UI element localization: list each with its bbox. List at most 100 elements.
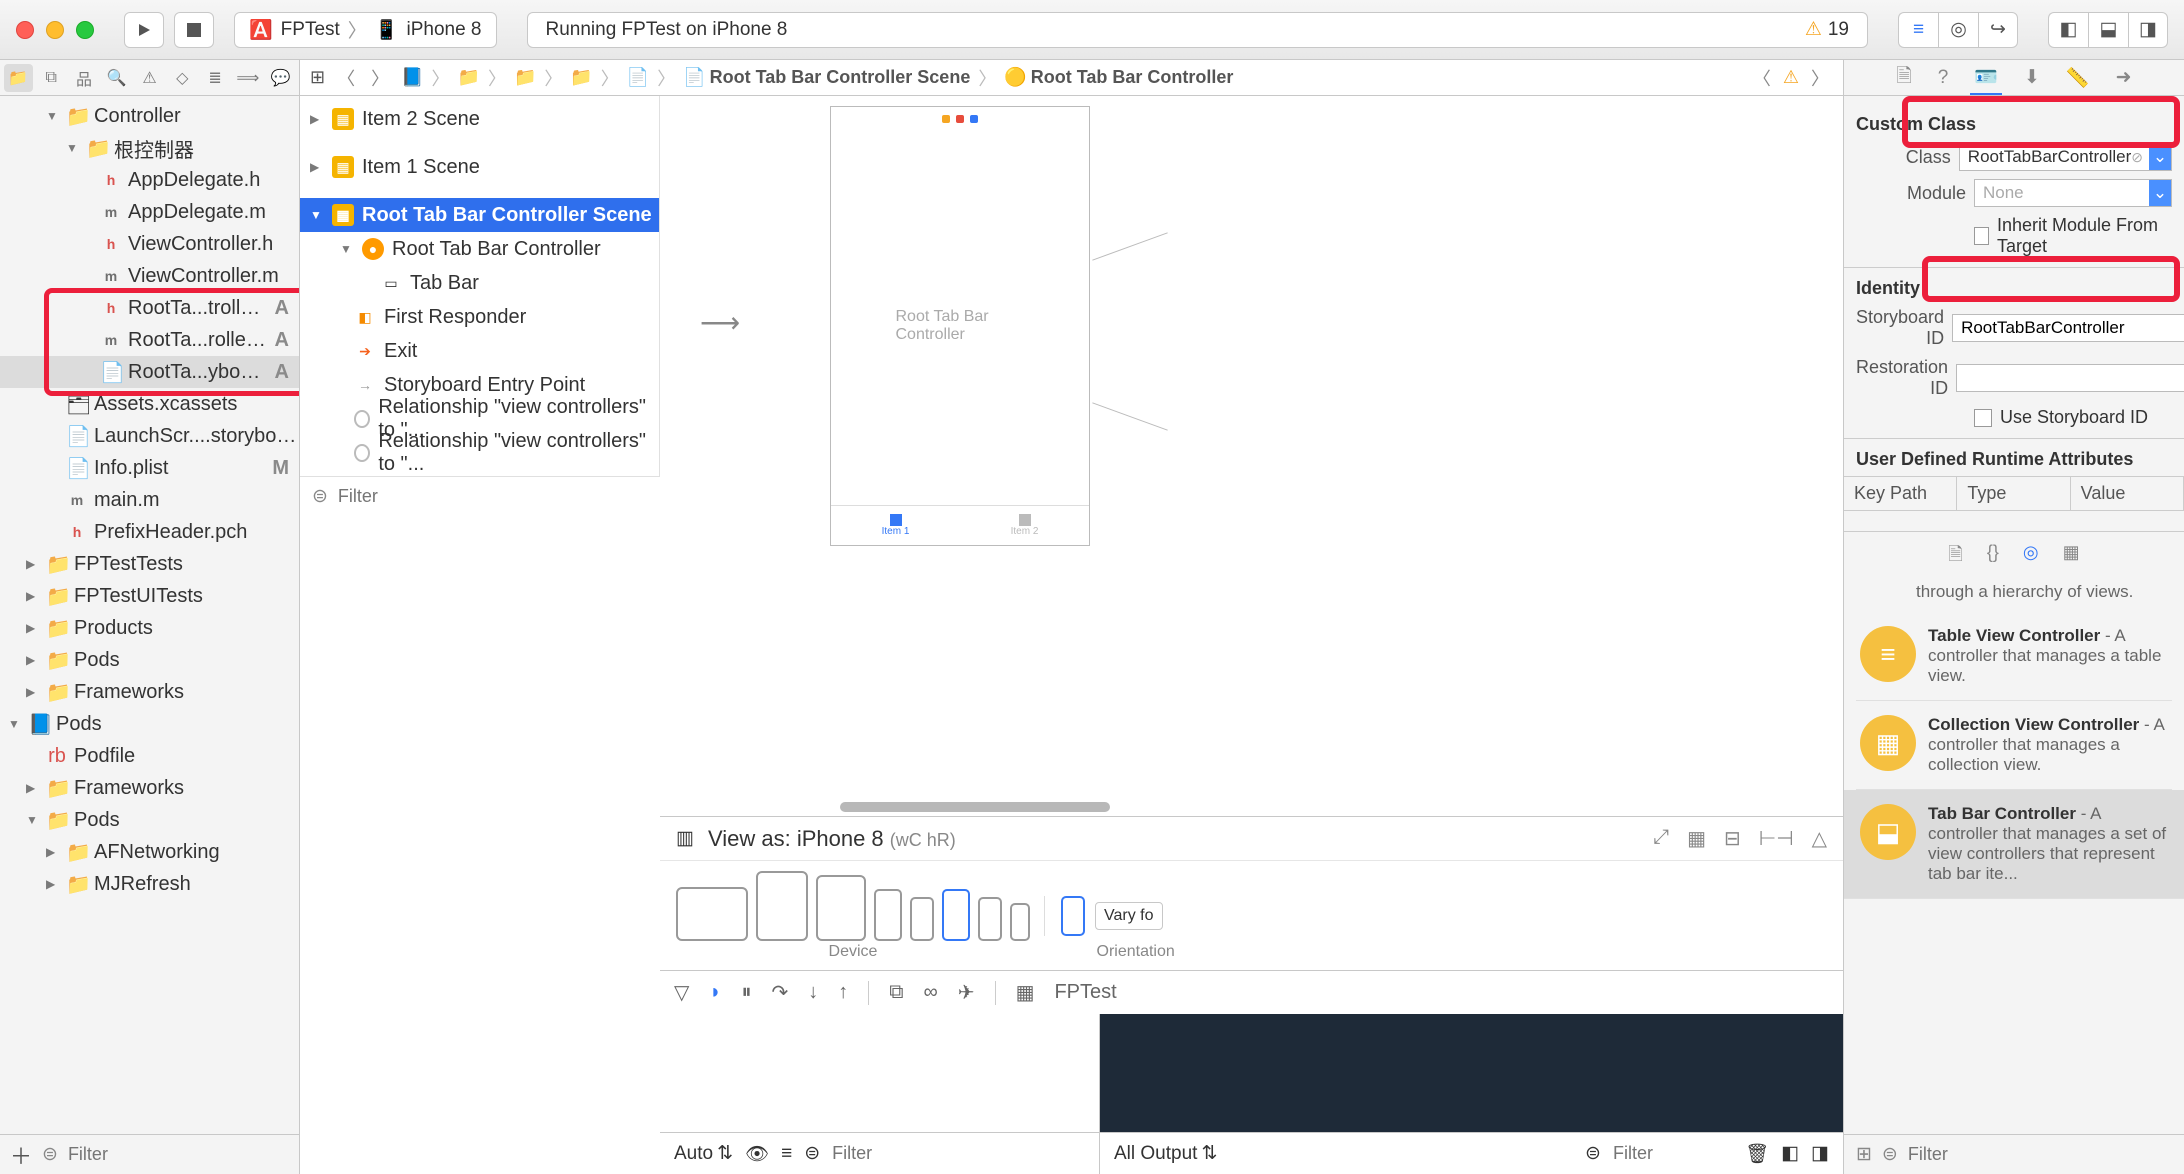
scheme-selector[interactable]: 🅰️ FPTest 〉 📱 iPhone 8 [234, 12, 497, 48]
toggle-inspector[interactable]: ◨ [2128, 12, 2168, 48]
embed-icon[interactable]: ▦ [1687, 826, 1706, 851]
tree-file-selected[interactable]: 📄RootTa...yboardA [0, 356, 299, 388]
location-icon[interactable]: ✈ [958, 980, 975, 1005]
use-sb-id-checkbox[interactable]: Use Storyboard ID [1974, 407, 2172, 428]
console-filter-input[interactable] [1613, 1143, 1733, 1164]
library-item[interactable]: ▦ Collection View Controller - A control… [1856, 701, 2172, 790]
breadcrumb[interactable]: 📘〉 📁〉 📁〉 📁〉 📄〉 📄 Root Tab Bar Controller… [401, 65, 1233, 91]
test-tab[interactable]: ◇ [168, 64, 197, 92]
outline-first-responder[interactable]: ◧First Responder [300, 300, 659, 334]
warning-badge[interactable]: ⚠ 19 [1805, 18, 1849, 41]
tree-file[interactable]: mAppDelegate.m [0, 196, 299, 228]
object-library-tab[interactable]: ◎ [2023, 542, 2039, 572]
auto-select[interactable]: Auto ⇅ [674, 1142, 733, 1165]
trash-icon[interactable]: 🗑 [1745, 1142, 1769, 1166]
library-item-selected[interactable]: ⬓ Tab Bar Controller - A controller that… [1844, 790, 2184, 899]
tree-file[interactable]: hAppDelegate.h [0, 164, 299, 196]
zoom-fit-icon[interactable]: ⤢ [1653, 826, 1669, 851]
run-button[interactable] [124, 12, 164, 48]
source-control-tab[interactable]: ⧉ [37, 64, 66, 92]
outline-exit[interactable]: ➔Exit [300, 334, 659, 368]
outline-scene[interactable]: ▶▦Item 1 Scene [300, 150, 659, 184]
outline-filter-input[interactable] [338, 486, 648, 507]
col-type[interactable]: Type [1957, 477, 2070, 510]
breakpoints-toggle[interactable]: ◗ [709, 981, 721, 1004]
filter-input[interactable] [68, 1144, 300, 1165]
tree-group[interactable]: ▶📁Frameworks [0, 772, 299, 804]
device-ipad-large-p[interactable] [756, 871, 808, 941]
prev-issue[interactable]: 〈 [1749, 65, 1775, 91]
split-right-icon[interactable]: ◨ [1811, 1142, 1829, 1165]
toggle-navigator[interactable]: ◧ [2048, 12, 2088, 48]
outline-toggle-icon[interactable]: ▥ [676, 827, 694, 850]
attributes-inspector-tab[interactable]: ⬇ [2020, 62, 2044, 93]
find-tab[interactable]: 🔍 [102, 64, 131, 92]
print-icon[interactable]: ≡ [781, 1143, 792, 1165]
device-iphone-se[interactable] [978, 897, 1002, 941]
stop-button[interactable] [174, 12, 214, 48]
debug-target[interactable]: FPTest [1054, 981, 1116, 1004]
library-filter-input[interactable] [1908, 1144, 2172, 1165]
size-inspector-tab[interactable]: 📏 [2062, 62, 2094, 94]
tree-group[interactable]: ▶📁Products [0, 612, 299, 644]
tree-project-pods[interactable]: ▼📘Pods [0, 708, 299, 740]
project-tree[interactable]: ▼📁Controller ▼📁根控制器 hAppDelegate.h mAppD… [0, 96, 299, 1134]
tree-file[interactable]: hRootTa...troller.hA [0, 292, 299, 324]
identity-inspector-tab[interactable]: 🪪 [1970, 61, 2002, 95]
tree-file[interactable]: 🗂Assets.xcassets [0, 388, 299, 420]
align-icon[interactable]: ⊟ [1724, 826, 1741, 851]
next-issue[interactable]: 〉 [1807, 65, 1833, 91]
tree-file[interactable]: 📄Info.plistM [0, 452, 299, 484]
tree-group[interactable]: ▶📁FPTestUITests [0, 580, 299, 612]
outline-scene-selected[interactable]: ▼▦Root Tab Bar Controller Scene [300, 198, 659, 232]
symbol-tab[interactable]: 品 [70, 64, 99, 92]
tree-group-root[interactable]: ▼📁根控制器 [0, 132, 299, 164]
memory-graph-icon[interactable]: ∞ [924, 981, 938, 1004]
orientation-portrait[interactable] [1061, 896, 1085, 936]
inherit-checkbox[interactable]: Inherit Module From Target [1974, 215, 2172, 257]
canvas-controller[interactable]: Root Tab Bar Controller Item 1 Item 2 [830, 106, 1090, 546]
tree-group[interactable]: ▼📁Pods [0, 804, 299, 836]
tree-group[interactable]: ▶📁MJRefresh [0, 868, 299, 900]
split-left-icon[interactable]: ◧ [1781, 1142, 1799, 1165]
step-out-icon[interactable]: ↑ [838, 981, 848, 1004]
jump-bar[interactable]: ⊞ 〈 〉 📘〉 📁〉 📁〉 📁〉 📄〉 📄 Root Tab Bar Cont… [300, 60, 1843, 96]
tree-file[interactable]: 📄LaunchScr....storyboard [0, 420, 299, 452]
standard-editor[interactable]: ≡ [1898, 12, 1938, 48]
console-output[interactable] [1100, 1014, 1843, 1132]
module-select[interactable]: None ⌄ [1974, 179, 2172, 207]
ib-canvas[interactable]: ⟶ Root Tab Bar Controller Item 1 Item 2 [660, 96, 1843, 816]
console-output-select[interactable]: All Output ⇅ [1114, 1142, 1217, 1165]
project-navigator-tab[interactable]: 📁 [4, 64, 33, 92]
tree-file[interactable]: mRootTa...roller.mA [0, 324, 299, 356]
col-value[interactable]: Value [2071, 477, 2184, 510]
quicklook-icon[interactable]: 👁 [745, 1142, 769, 1166]
tree-file[interactable]: mmain.m [0, 484, 299, 516]
device-iphone[interactable] [910, 897, 934, 941]
code-snippet-tab[interactable]: {} [1987, 542, 1999, 572]
device-iphone-4s[interactable] [1010, 903, 1030, 941]
tree-group[interactable]: ▶📁FPTestTests [0, 548, 299, 580]
scene-dock[interactable] [831, 107, 1089, 131]
help-inspector-tab[interactable]: ? [1934, 63, 1953, 93]
toggle-debug-area[interactable]: ⬓ [2088, 12, 2128, 48]
col-keypath[interactable]: Key Path [1844, 477, 1957, 510]
outline-scene[interactable]: ▶▦Item 2 Scene [300, 102, 659, 136]
tree-file[interactable]: rbPodfile [0, 740, 299, 772]
grid-icon[interactable]: ⊞ [1856, 1143, 1872, 1166]
step-into-icon[interactable]: ↓ [808, 981, 818, 1004]
outline-relationship[interactable]: Relationship "view controllers" to "... [300, 436, 659, 470]
library-item[interactable]: ≡ Table View Controller - A controller t… [1856, 612, 2172, 701]
connections-inspector-tab[interactable]: ➜ [2112, 62, 2136, 93]
view-hierarchy-icon[interactable]: ⧉ [889, 981, 903, 1004]
class-select[interactable]: RootTabBarController ⊘ ⌄ [1959, 143, 2172, 171]
tree-group[interactable]: ▶📁AFNetworking [0, 836, 299, 868]
breakpoint-tab[interactable]: ⟹ [233, 64, 262, 92]
version-editor[interactable]: ↪ [1978, 12, 2018, 48]
view-as-title[interactable]: View as: iPhone 8 (wC hR) [708, 826, 956, 852]
close-window[interactable] [16, 21, 34, 39]
tree-group-controller[interactable]: ▼📁Controller [0, 100, 299, 132]
tree-file[interactable]: mViewController.m [0, 260, 299, 292]
tree-file[interactable]: hViewController.h [0, 228, 299, 260]
canvas-scrollbar[interactable] [840, 802, 1110, 812]
